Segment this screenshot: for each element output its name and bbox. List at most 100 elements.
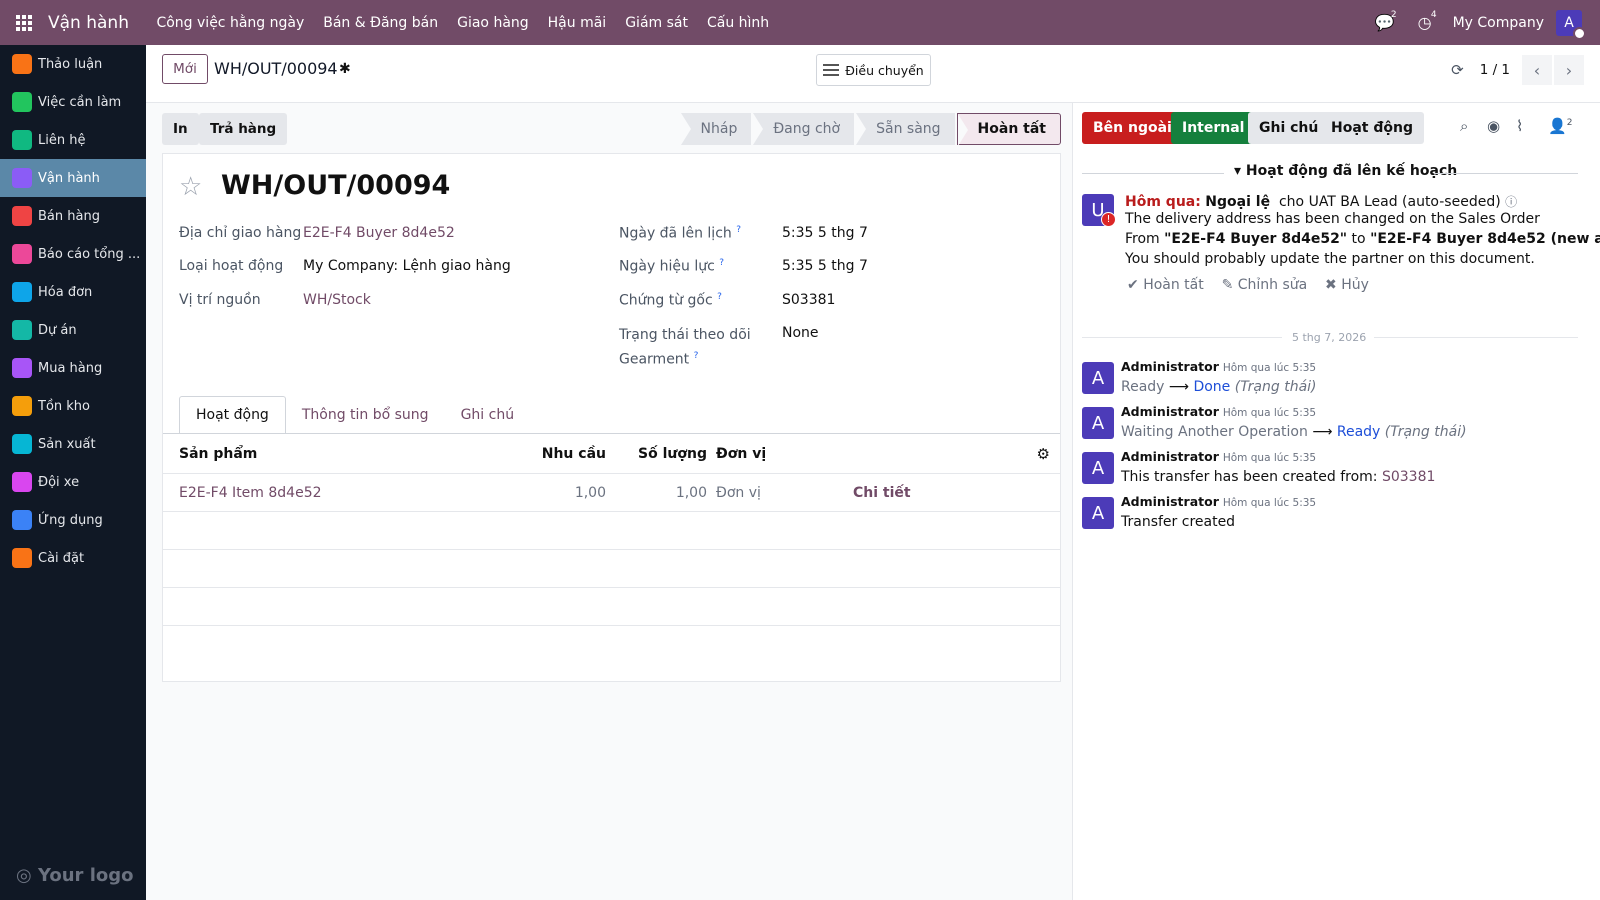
sidebar-item-label: Cài đặt — [38, 550, 85, 566]
company-switcher[interactable]: My Company — [1453, 15, 1544, 31]
step-ready[interactable]: Sẵn sàng — [856, 113, 955, 145]
menu-sales-listing[interactable]: Bán & Đăng bán — [314, 15, 448, 31]
new-button[interactable]: Mới — [162, 54, 208, 84]
message-author[interactable]: Administrator — [1121, 494, 1219, 509]
table-row[interactable]: E2E-F4 Item 8d4e52 1,00 1,00 Đơn vị Chi … — [163, 474, 1060, 512]
planned-activities-header[interactable]: ▾ Hoạt động đã lên kế hoạch — [1082, 163, 1578, 183]
pager-count[interactable]: 1 / 1 — [1480, 62, 1510, 78]
sidebar-item-apps[interactable]: Ứng dụng — [0, 501, 146, 539]
help-icon[interactable]: ? — [717, 292, 722, 302]
sidebar-item-discuss[interactable]: Thảo luận — [0, 45, 146, 83]
print-button[interactable]: In — [162, 113, 199, 145]
sidebar-item-inventory[interactable]: Tồn kho — [0, 387, 146, 425]
pager-next-icon[interactable]: › — [1554, 55, 1584, 85]
eye-icon[interactable]: ◉ — [1487, 117, 1500, 135]
mark-done-label: Hoàn tất — [1143, 277, 1204, 293]
message-author[interactable]: Administrator — [1121, 404, 1219, 419]
top-menu: Công việc hằng ngày Bán & Đăng bán Giao … — [147, 15, 779, 31]
search-icon[interactable]: ⌕ — [1460, 117, 1468, 135]
activity-clock-icon[interactable]: ◷ 4 — [1405, 0, 1445, 45]
delivery-address-link[interactable]: E2E-F4 Buyer 8d4e52 — [303, 225, 455, 241]
sidebar-item-purchase[interactable]: Mua hàng — [0, 349, 146, 387]
col-demand[interactable]: Nhu cầu — [542, 434, 606, 473]
col-quantity[interactable]: Số lượng — [638, 434, 707, 473]
star-icon[interactable]: ☆ — [179, 172, 202, 202]
tab-operations[interactable]: Hoạt động — [179, 396, 286, 434]
product-link[interactable]: E2E-F4 Item 8d4e52 — [179, 474, 322, 511]
app-name[interactable]: Vận hành — [48, 13, 129, 33]
send-message-button[interactable]: Bên ngoài — [1082, 112, 1183, 144]
sidebar-item-todo[interactable]: Việc cần làm — [0, 83, 146, 121]
top-navbar: Vận hành Công việc hằng ngày Bán & Đăng … — [0, 0, 1600, 45]
paperclip-icon[interactable]: ⌇ — [1516, 117, 1523, 135]
effective-date-value[interactable]: 5:35 5 thg 7 — [782, 258, 868, 274]
source-document-value[interactable]: S03381 — [782, 292, 835, 308]
transfer-button[interactable]: Điều chuyển — [816, 54, 931, 86]
menu-delivery[interactable]: Giao hàng — [448, 15, 539, 31]
refresh-icon[interactable]: ⟳ — [1451, 61, 1464, 79]
gear-icon[interactable]: ✱ — [339, 61, 351, 77]
source-location-link[interactable]: WH/Stock — [303, 292, 371, 308]
tracking-status-value[interactable]: None — [782, 325, 819, 341]
col-uom[interactable]: Đơn vị — [716, 434, 766, 473]
help-icon[interactable]: ? — [694, 351, 699, 361]
close-icon: ✖ — [1325, 277, 1337, 293]
step-draft[interactable]: Nháp — [680, 113, 752, 145]
table-row-empty — [163, 550, 1060, 588]
tab-additional-info[interactable]: Thông tin bổ sung — [286, 396, 445, 434]
col-product[interactable]: Sản phẩm — [179, 434, 257, 473]
operation-type-value[interactable]: My Company: Lệnh giao hàng — [303, 258, 511, 274]
stage-steps: Nháp Đang chờ Sẵn sàng Hoàn tất — [679, 113, 1061, 146]
sidebar-item-invoicing[interactable]: Hóa đơn — [0, 273, 146, 311]
user-avatar[interactable]: A — [1556, 9, 1586, 40]
source-order-link[interactable]: S03381 — [1382, 469, 1435, 485]
internal-button[interactable]: Internal — [1171, 112, 1256, 144]
followers-icon[interactable]: 👤2 — [1548, 117, 1572, 135]
sidebar-item-manufacturing[interactable]: Sản xuất — [0, 425, 146, 463]
sidebar-item-sales[interactable]: Bán hàng — [0, 197, 146, 235]
help-icon[interactable]: ? — [719, 258, 724, 268]
activity-button[interactable]: Hoạt động — [1320, 112, 1424, 144]
author-avatar[interactable]: A — [1082, 497, 1114, 529]
author-avatar[interactable]: A — [1082, 362, 1114, 394]
settings-icon — [12, 548, 32, 568]
scheduled-date-value[interactable]: 5:35 5 thg 7 — [782, 225, 868, 241]
author-avatar[interactable]: A — [1082, 407, 1114, 439]
sidebar-item-reporting[interactable]: Báo cáo tổng ... — [0, 235, 146, 273]
menu-daily-work[interactable]: Công việc hằng ngày — [147, 15, 314, 31]
step-done[interactable]: Hoàn tất — [956, 113, 1061, 146]
author-avatar[interactable]: A — [1082, 452, 1114, 484]
step-waiting[interactable]: Đang chờ — [753, 113, 855, 145]
help-icon[interactable]: ? — [736, 225, 741, 235]
sidebar-item-contacts[interactable]: Liên hệ — [0, 121, 146, 159]
sidebar-item-operations[interactable]: Vận hành — [0, 159, 146, 197]
tab-note[interactable]: Ghi chú — [445, 396, 531, 434]
messages-icon[interactable]: 💬 2 — [1365, 0, 1405, 45]
menu-after-sales[interactable]: Hậu mãi — [538, 15, 616, 31]
info-icon[interactable]: ⓘ — [1505, 195, 1517, 209]
message-author[interactable]: Administrator — [1121, 359, 1219, 374]
pager-prev-icon[interactable]: ‹ — [1522, 55, 1552, 85]
sidebar-item-project[interactable]: Dự án — [0, 311, 146, 349]
cancel-activity-button[interactable]: ✖ Hủy — [1325, 277, 1369, 293]
apps-menu-icon[interactable] — [0, 0, 48, 45]
field-name: (Trạng thái) — [1234, 379, 1317, 395]
log-note-button[interactable]: Ghi chú — [1248, 112, 1330, 144]
menu-monitoring[interactable]: Giám sát — [616, 15, 698, 31]
new-value: Ready — [1336, 424, 1381, 440]
details-link[interactable]: Chi tiết — [853, 474, 911, 511]
column-settings-icon[interactable]: ⚙ — [1037, 434, 1050, 473]
contacts-icon — [12, 130, 32, 150]
sidebar-item-label: Hóa đơn — [38, 284, 93, 300]
tracking-label-line2: Gearment — [619, 351, 690, 368]
return-button[interactable]: Trả hàng — [199, 113, 288, 145]
form-sheet: ☆ WH/OUT/00094 Địa chỉ giao hàng E2E-F4 … — [162, 153, 1061, 682]
message-author[interactable]: Administrator — [1121, 449, 1219, 464]
menu-configuration[interactable]: Cấu hình — [697, 15, 778, 31]
sidebar-item-settings[interactable]: Cài đặt — [0, 539, 146, 577]
date-divider: 5 thg 7, 2026 — [1082, 331, 1578, 344]
label-operation-type: Loại hoạt động — [179, 258, 284, 274]
sidebar-item-fleet[interactable]: Đội xe — [0, 463, 146, 501]
mark-done-button[interactable]: ✔ Hoàn tất — [1127, 277, 1204, 293]
edit-activity-button[interactable]: ✎ Chỉnh sửa — [1222, 277, 1308, 293]
